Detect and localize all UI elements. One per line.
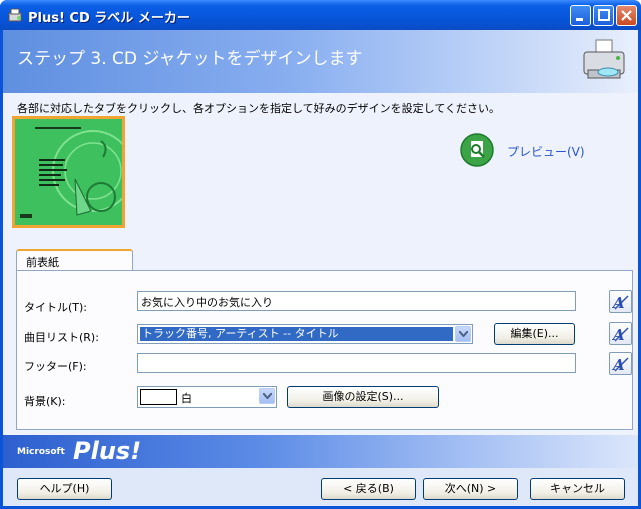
- title-font-button[interactable]: A: [609, 290, 632, 313]
- wizard-client-area: ステップ 3. CD ジャケットをデザインします 各部に対応したタブをクリックし…: [3, 30, 638, 506]
- svg-text:A: A: [612, 326, 625, 343]
- footer-input[interactable]: [137, 353, 576, 373]
- minimize-icon: [576, 18, 583, 21]
- next-button[interactable]: 次へ(N) >: [423, 478, 518, 500]
- font-format-icon: A: [612, 294, 629, 311]
- background-color-dropdown[interactable]: 白: [137, 386, 277, 408]
- title-bar[interactable]: Plus! CD ラベル メーカー: [0, 0, 641, 30]
- background-label: 背景(K):: [24, 395, 66, 408]
- title-label: タイトル(T):: [24, 301, 88, 314]
- cancel-button[interactable]: キャンセル: [530, 478, 625, 500]
- preview-control[interactable]: プレビュー(V): [460, 133, 600, 169]
- tracklist-dropdown[interactable]: トラック番号, アーティスト -- タイトル: [137, 324, 473, 344]
- minimize-button[interactable]: [570, 5, 591, 26]
- tab-front-cover-label: 前表紙: [26, 256, 59, 269]
- instruction-text: 各部に対応したタブをクリックし、各オプションを指定して好みのデザインを設定してく…: [17, 102, 501, 115]
- step-title: ステップ 3. CD ジャケットをデザインします: [17, 49, 363, 69]
- printer-icon: [583, 39, 625, 79]
- window-title: Plus! CD ラベル メーカー: [28, 11, 190, 26]
- help-button[interactable]: ヘルプ(H): [17, 478, 112, 500]
- background-color-swatch: [140, 389, 177, 405]
- footer-font-button[interactable]: A: [609, 352, 632, 375]
- plus-logo-text: Plus!: [73, 437, 142, 465]
- tracklist-label: 曲目リスト(R):: [24, 331, 99, 344]
- microsoft-logo-text: Microsoft: [17, 447, 65, 457]
- tab-front-cover[interactable]: 前表紙: [16, 249, 133, 271]
- svg-text:A: A: [612, 294, 625, 311]
- font-format-icon: A: [612, 326, 629, 343]
- wizard-window: Plus! CD ラベル メーカー ステップ 3. CD ジャケットをデザインし…: [0, 0, 641, 509]
- edit-tracklist-button[interactable]: 編集(E)...: [494, 323, 575, 345]
- cd-label-maker-icon: [8, 8, 22, 22]
- back-button[interactable]: < 戻る(B): [321, 478, 416, 500]
- image-settings-button[interactable]: 画像の設定(S)...: [287, 386, 439, 408]
- title-input[interactable]: お気に入り中のお気に入り: [137, 291, 576, 311]
- jacket-design-image: [15, 119, 122, 225]
- preview-magnifier-icon[interactable]: [460, 133, 494, 167]
- background-color-value: 白: [181, 392, 192, 405]
- chevron-down-icon: [459, 331, 468, 337]
- step-header: ステップ 3. CD ジャケットをデザインします: [3, 30, 638, 93]
- footer-label: フッター(F):: [24, 360, 87, 373]
- close-button[interactable]: [616, 5, 637, 26]
- maximize-button[interactable]: [593, 5, 614, 26]
- brand-bar: Microsoft Plus!: [3, 435, 638, 468]
- tracklist-font-button[interactable]: A: [609, 322, 632, 345]
- close-icon: [621, 10, 632, 21]
- maximize-icon: [598, 9, 610, 21]
- front-cover-panel: タイトル(T): お気に入り中のお気に入り A 曲目リスト(R): トラック番号…: [16, 270, 633, 430]
- font-format-icon: A: [612, 356, 629, 373]
- jacket-thumbnail[interactable]: [12, 116, 125, 228]
- tracklist-selected-value: トラック番号, アーティスト -- タイトル: [140, 327, 453, 341]
- svg-text:A: A: [612, 356, 625, 373]
- chevron-down-icon: [263, 393, 272, 399]
- background-dropdown-arrow[interactable]: [259, 388, 275, 404]
- tracklist-dropdown-arrow[interactable]: [455, 326, 471, 342]
- button-bar: ヘルプ(H) < 戻る(B) 次へ(N) > キャンセル: [3, 468, 638, 506]
- preview-link[interactable]: プレビュー(V): [507, 143, 585, 160]
